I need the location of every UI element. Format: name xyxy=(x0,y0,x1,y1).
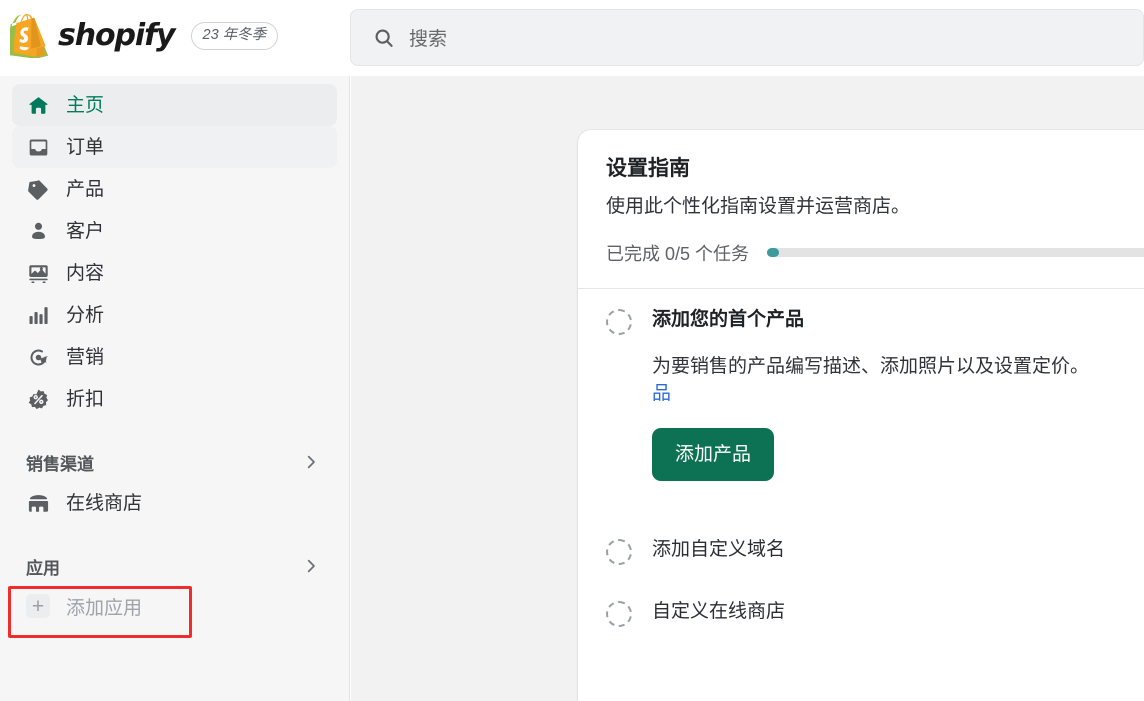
task-gap xyxy=(578,481,1144,515)
progress-label: 已完成 0/5 个任务 xyxy=(606,243,750,264)
task-description-link[interactable]: 品 xyxy=(652,383,671,404)
task-item-add-product: 添加您的首个产品 为要销售的产品编写描述、添加照片以及设置定价。品 添加产品 xyxy=(578,289,1144,482)
sidebar-item-products[interactable]: 产品 xyxy=(12,168,337,210)
chevron-right-icon[interactable] xyxy=(303,558,319,574)
task-title: 自定义在线商店 xyxy=(652,601,786,623)
sidebar-item-label: 营销 xyxy=(66,346,105,368)
progress-bar-fill xyxy=(767,248,780,258)
task-title: 添加自定义域名 xyxy=(652,539,786,561)
sidebar-item-label: 内容 xyxy=(66,262,105,284)
add-product-button[interactable]: 添加产品 xyxy=(652,428,775,482)
sidebar-item-label: 产品 xyxy=(66,178,105,200)
sidebar-item-label: 在线商店 xyxy=(66,492,143,514)
storefront-icon xyxy=(26,491,50,515)
progress-bar xyxy=(767,248,1144,258)
plus-icon: + xyxy=(26,594,50,618)
task-item-customize-store[interactable]: 自定义在线商店 xyxy=(578,599,1144,628)
search-area: 搜索 xyxy=(350,0,1144,66)
task-description-text: 为要销售的产品编写描述、添加照片以及设置定价。 xyxy=(652,355,1090,377)
search-placeholder: 搜索 xyxy=(409,29,448,50)
section-title: 应用 xyxy=(26,558,60,578)
task-body: 为要销售的产品编写描述、添加照片以及设置定价。品 添加产品 xyxy=(606,353,1144,482)
task-title: 添加您的首个产品 xyxy=(652,308,805,330)
inbox-icon xyxy=(26,135,50,159)
bar-chart-icon xyxy=(26,303,50,327)
task-header-row[interactable]: 添加自定义域名 xyxy=(606,537,1144,566)
home-icon xyxy=(26,93,50,117)
image-icon xyxy=(26,261,50,285)
task-status-circle-icon[interactable] xyxy=(606,539,632,566)
sidebar-item-content[interactable]: 内容 xyxy=(12,252,337,294)
sidebar-item-label: 折扣 xyxy=(66,388,105,410)
sidebar-item-label: 客户 xyxy=(66,220,105,242)
top-bar: shopify 23 年冬季 搜索 xyxy=(0,0,1144,76)
progress-row: 已完成 0/5 个任务 xyxy=(606,240,1144,288)
sidebar-item-home[interactable]: 主页 xyxy=(12,84,337,126)
sidebar-item-label: 分析 xyxy=(66,304,105,326)
sidebar-section-apps[interactable]: 应用 xyxy=(12,546,337,586)
search-icon xyxy=(373,27,395,49)
discount-badge-icon xyxy=(26,387,50,411)
version-badge: 23 年冬季 xyxy=(190,21,279,51)
person-icon xyxy=(26,219,50,243)
tag-icon xyxy=(26,177,50,201)
page-title: 设置指南 xyxy=(606,157,690,180)
sidebar-item-discounts[interactable]: 折扣 xyxy=(12,378,337,420)
sidebar-item-label: 订单 xyxy=(66,136,105,158)
task-header-row[interactable]: 自定义在线商店 xyxy=(606,599,1144,628)
sidebar-item-orders[interactable]: 订单 xyxy=(12,126,337,168)
setup-guide-header: 设置指南 使用此个性化指南设置并运营商店。 已完成 0/5 个任务 xyxy=(578,130,1144,288)
shopify-admin-screen: shopify 23 年冬季 搜索 主页 订单 产品 客户 内容 分析 营销 折… xyxy=(0,0,1144,701)
search-input[interactable]: 搜索 xyxy=(350,9,1144,66)
task-description: 为要销售的产品编写描述、添加照片以及设置定价。品 xyxy=(652,353,1144,408)
sidebar-item-marketing[interactable]: 营销 xyxy=(12,336,337,378)
task-status-circle-icon[interactable] xyxy=(606,308,632,335)
sidebar-item-customers[interactable]: 客户 xyxy=(12,210,337,252)
add-app-label: 添加应用 xyxy=(66,597,143,619)
chevron-right-icon[interactable] xyxy=(303,454,319,470)
sidebar-section-sales-channels[interactable]: 销售渠道 xyxy=(12,442,337,482)
task-item-add-domain[interactable]: 添加自定义域名 xyxy=(578,537,1144,566)
setup-guide-card: 设置指南 使用此个性化指南设置并运营商店。 已完成 0/5 个任务 添加您的首个… xyxy=(578,130,1144,701)
setup-guide-subtitle: 使用此个性化指南设置并运营商店。 xyxy=(606,196,911,218)
brand-name: shopify xyxy=(58,18,176,53)
sidebar-item-add-app[interactable]: + 添加应用 xyxy=(12,586,337,626)
task-header-row[interactable]: 添加您的首个产品 xyxy=(606,307,1144,335)
main-content: 设置指南 使用此个性化指南设置并运营商店。 已完成 0/5 个任务 添加您的首个… xyxy=(351,76,1144,701)
brand-area: shopify 23 年冬季 xyxy=(0,0,350,59)
section-title: 销售渠道 xyxy=(26,454,94,474)
sidebar: 主页 订单 产品 客户 内容 分析 营销 折扣 销售渠道 在线商店 应用 + 添… xyxy=(0,76,350,701)
task-status-circle-icon[interactable] xyxy=(606,601,632,628)
sidebar-item-analytics[interactable]: 分析 xyxy=(12,294,337,336)
sidebar-item-label: 主页 xyxy=(66,94,105,116)
shopify-bag-icon xyxy=(6,13,49,59)
target-cursor-icon xyxy=(26,345,50,369)
sidebar-item-online-store[interactable]: 在线商店 xyxy=(12,482,337,524)
